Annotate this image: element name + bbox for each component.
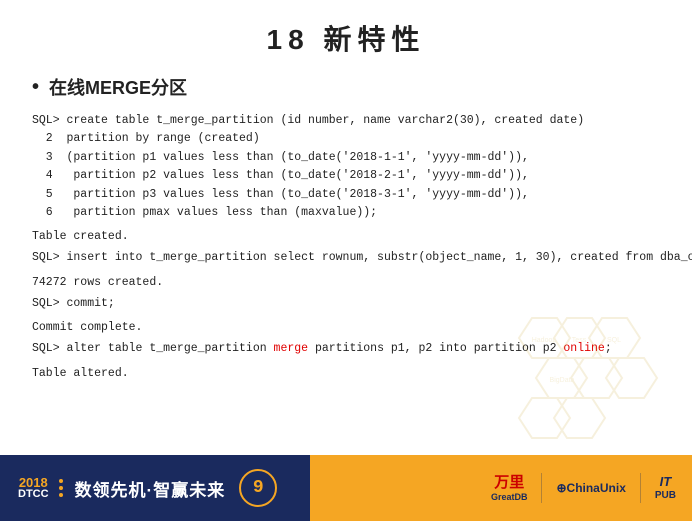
code-block-1: SQL> create table t_merge_partition (id … bbox=[32, 112, 660, 222]
sponsor-chinaunix-label: ⊕ChinaUnix bbox=[556, 481, 625, 495]
code-line-3: 3 (partition p1 values less than (to_dat… bbox=[32, 149, 660, 167]
footer-slogan: 数领先机·智赢未来 bbox=[75, 476, 226, 501]
code-block-2: SQL> insert into t_merge_partition selec… bbox=[32, 249, 660, 267]
status-4: Table altered. bbox=[32, 367, 660, 380]
section-title: 在线MERGE分区 bbox=[49, 74, 187, 100]
dots-decoration bbox=[59, 479, 63, 497]
code-line-4: 4 partition p2 values less than (to_date… bbox=[32, 167, 660, 185]
code-line-2: 2 partition by range (created) bbox=[32, 130, 660, 148]
main-content: 18 新特性 • 在线MERGE分区 SQL> create table t_m… bbox=[0, 0, 692, 455]
dtcc-logo: 2018 DTCC bbox=[18, 476, 49, 500]
sponsor-itpub: IT PUB bbox=[655, 474, 676, 502]
circle-label: 9 bbox=[253, 478, 264, 498]
divider-2 bbox=[640, 473, 641, 503]
code-line-1: SQL> create table t_merge_partition (id … bbox=[32, 112, 660, 130]
code-line-commit: SQL> commit; bbox=[32, 295, 660, 313]
sponsor-wanli-sub: GreatDB bbox=[491, 492, 528, 503]
sponsor-wanli-icon: 万里 bbox=[494, 474, 524, 492]
keyword-online: online bbox=[563, 342, 604, 355]
bullet-icon: • bbox=[32, 76, 39, 99]
keyword-merge: merge bbox=[274, 342, 309, 355]
sponsor-chinaunix: ⊕ChinaUnix bbox=[556, 481, 625, 495]
dtcc-name: DTCC bbox=[18, 489, 49, 500]
footer-right: 万里 GreatDB ⊕ChinaUnix IT PUB bbox=[310, 455, 692, 521]
sponsor-itpub-label: IT bbox=[660, 474, 672, 490]
code-block-4: SQL> alter table t_merge_partition merge… bbox=[32, 340, 660, 358]
page-title: 18 新特性 bbox=[32, 18, 660, 58]
code-block-3: SQL> commit; bbox=[32, 295, 660, 313]
sponsor-itpub-sub: PUB bbox=[655, 490, 676, 502]
status-1: Table created. bbox=[32, 230, 660, 243]
code-line-insert: SQL> insert into t_merge_partition selec… bbox=[32, 249, 660, 267]
sponsor-wanli: 万里 GreatDB bbox=[491, 474, 528, 503]
section-heading: • 在线MERGE分区 bbox=[32, 74, 660, 100]
code-line-alter: SQL> alter table t_merge_partition merge… bbox=[32, 340, 660, 358]
footer-circle-icon: 9 bbox=[239, 469, 277, 507]
code-line-6: 6 partition pmax values less than (maxva… bbox=[32, 204, 660, 222]
divider-1 bbox=[541, 473, 542, 503]
status-2: 74272 rows created. bbox=[32, 276, 660, 289]
footer-left: 2018 DTCC 数领先机·智赢未来 9 bbox=[0, 455, 310, 521]
status-3: Commit complete. bbox=[32, 321, 660, 334]
footer: 2018 DTCC 数领先机·智赢未来 9 万里 GreatDB ⊕ChinaU… bbox=[0, 455, 692, 521]
code-line-5: 5 partition p3 values less than (to_date… bbox=[32, 186, 660, 204]
